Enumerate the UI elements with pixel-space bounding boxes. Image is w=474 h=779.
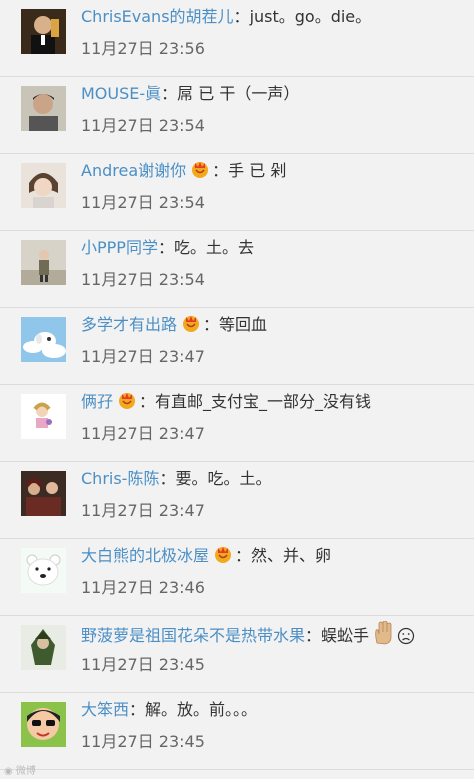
comment-item: 多学才有出路 ：等回血 11月27日 23:47	[0, 308, 474, 385]
comment-text: 蜈蚣手	[321, 626, 370, 645]
username-link[interactable]: ChrisEvans的胡茬儿	[81, 7, 234, 26]
timestamp: 11月27日 23:47	[81, 501, 205, 520]
comment-item: 俩孖 ：有直邮_支付宝_一部分_没有钱 11月27日 23:47	[0, 385, 474, 462]
member-badge-icon	[181, 313, 201, 333]
comment-item: 大笨西：解。放。前。。。 11月27日 23:45	[0, 693, 474, 770]
comment-item: Chris-陈陈：要。吃。土。 11月27日 23:47	[0, 462, 474, 539]
comment-text: 然、并、卵	[251, 546, 332, 565]
username-link[interactable]: Chris-陈陈	[81, 469, 159, 488]
comment-line: 野菠萝是祖国花朵不是热带水果：蜈蚣手	[81, 620, 415, 652]
comment-text: 手 已 剁	[228, 161, 287, 180]
frown-face-icon	[397, 627, 415, 652]
comment-line: MOUSE-眞：屌 已 干（一声）	[81, 84, 300, 103]
avatar[interactable]	[21, 394, 66, 439]
comment-line: 大白熊的北极冰屋 ：然、并、卵	[81, 544, 332, 565]
avatar[interactable]	[21, 163, 66, 208]
member-badge-icon	[213, 544, 233, 564]
comment-item: 野菠萝是祖国花朵不是热带水果：蜈蚣手 11月27日 23:45	[0, 616, 474, 693]
comment-text: 要。吃。土。	[175, 469, 272, 488]
username-link[interactable]: 俩孖	[81, 392, 113, 411]
timestamp: 11月27日 23:54	[81, 193, 205, 212]
comment-item: MOUSE-眞：屌 已 干（一声） 11月27日 23:54	[0, 77, 474, 154]
comment-line: 多学才有出路 ：等回血	[81, 313, 268, 334]
raised-hand-icon	[373, 620, 393, 652]
comment-text: 吃。土。去	[173, 238, 254, 257]
username-link[interactable]: MOUSE-眞	[81, 84, 161, 103]
timestamp: 11月27日 23:46	[81, 578, 205, 597]
comment-line: Andrea谢谢你 ：手 已 剁	[81, 159, 287, 180]
username-link[interactable]: Andrea谢谢你	[81, 161, 186, 180]
weibo-watermark: ◉ 微博	[4, 766, 36, 777]
comment-item: 大白熊的北极冰屋 ：然、并、卵 11月27日 23:46	[0, 539, 474, 616]
comment-text: 等回血	[219, 315, 268, 334]
comment-line: Chris-陈陈：要。吃。土。	[81, 469, 272, 488]
member-badge-icon	[190, 159, 210, 179]
username-link[interactable]: 小PPP同学	[81, 238, 158, 257]
comment-text: 有直邮_支付宝_一部分_没有钱	[155, 392, 372, 411]
username-link[interactable]: 多学才有出路	[81, 315, 177, 334]
comment-item: 小PPP同学：吃。土。去 11月27日 23:54	[0, 231, 474, 308]
member-badge-icon	[117, 390, 137, 410]
timestamp: 11月27日 23:54	[81, 116, 205, 135]
avatar[interactable]	[21, 240, 66, 285]
comment-text: 解。放。前。。。	[145, 700, 258, 719]
comment-line: ChrisEvans的胡茬儿：just。go。die。	[81, 7, 372, 26]
avatar[interactable]	[21, 548, 66, 593]
comment-item: ChrisEvans的胡茬儿：just。go。die。 11月27日 23:56	[0, 0, 474, 77]
comment-text: just。go。die。	[249, 7, 372, 26]
avatar[interactable]	[21, 86, 66, 131]
username-link[interactable]: 大白熊的北极冰屋	[81, 546, 209, 565]
comment-line: 俩孖 ：有直邮_支付宝_一部分_没有钱	[81, 390, 372, 411]
avatar[interactable]	[21, 625, 66, 670]
comment-item: Andrea谢谢你 ：手 已 剁 11月27日 23:54	[0, 154, 474, 231]
timestamp: 11月27日 23:47	[81, 347, 205, 366]
timestamp: 11月27日 23:47	[81, 424, 205, 443]
avatar[interactable]	[21, 9, 66, 54]
avatar[interactable]	[21, 471, 66, 516]
comment-line: 小PPP同学：吃。土。去	[81, 238, 254, 257]
timestamp: 11月27日 23:54	[81, 270, 205, 289]
timestamp: 11月27日 23:45	[81, 732, 205, 751]
avatar[interactable]	[21, 317, 66, 362]
comment-list: ChrisEvans的胡茬儿：just。go。die。 11月27日 23:56…	[0, 0, 474, 770]
comment-line: 大笨西：解。放。前。。。	[81, 700, 258, 719]
avatar[interactable]	[21, 702, 66, 747]
comment-text: 屌 已 干（一声）	[177, 84, 300, 103]
timestamp: 11月27日 23:45	[81, 655, 205, 674]
username-link[interactable]: 大笨西	[81, 700, 129, 719]
weibo-logo-icon: ◉	[4, 766, 13, 777]
username-link[interactable]: 野菠萝是祖国花朵不是热带水果	[81, 626, 305, 645]
timestamp: 11月27日 23:56	[81, 39, 205, 58]
